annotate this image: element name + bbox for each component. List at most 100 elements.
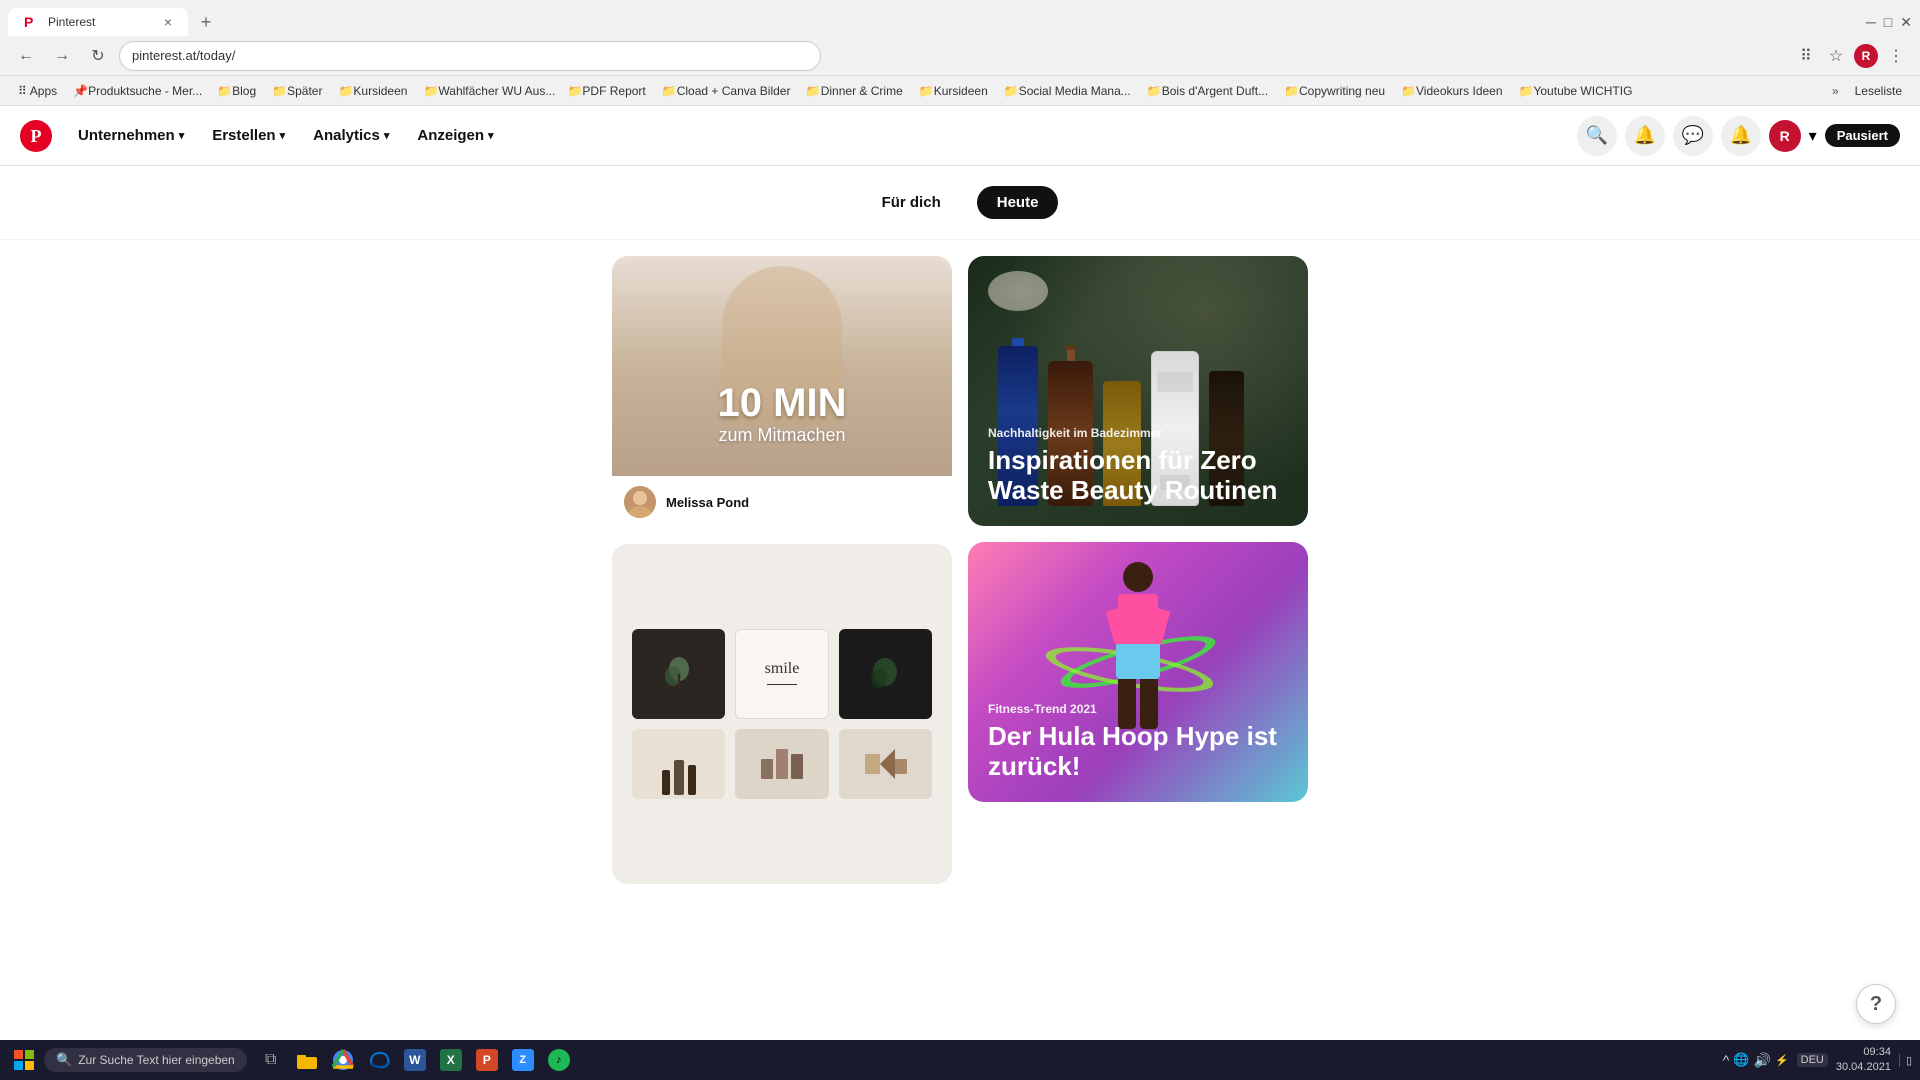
- bookmark-label: Leseliste: [1855, 84, 1902, 98]
- nav-erstellen[interactable]: Erstellen ▾: [198, 119, 299, 152]
- bookmark-dinner[interactable]: 📁 Dinner & Crime: [800, 82, 909, 100]
- folder-icon: 📁: [423, 84, 438, 98]
- active-tab[interactable]: P Pinterest ×: [8, 8, 188, 36]
- tab-title: Pinterest: [48, 15, 156, 29]
- start-button[interactable]: [8, 1044, 40, 1076]
- tab-bar: P Pinterest × + ─ □ ✕: [0, 0, 1920, 36]
- close-icon[interactable]: ✕: [1900, 14, 1912, 31]
- taskbar-search[interactable]: 🔍 Zur Suche Text hier eingeben: [44, 1048, 247, 1072]
- nav-anzeigen[interactable]: Anzeigen ▾: [403, 119, 507, 152]
- pause-badge[interactable]: Pausiert: [1825, 124, 1900, 147]
- folder-icon: 📁: [1004, 84, 1019, 98]
- tab-heute[interactable]: Heute: [977, 186, 1059, 219]
- volume-icon[interactable]: 🔊: [1754, 1052, 1771, 1069]
- pin-overlay-hula: Fitness-Trend 2021 Der Hula Hoop Hype is…: [988, 702, 1288, 782]
- pin-column-right: Nachhaltigkeit im Badezimmer Inspiration…: [968, 256, 1308, 884]
- user-menu-chevron[interactable]: ▾: [1809, 126, 1817, 146]
- tab-favicon: P: [24, 14, 40, 30]
- bookmark-blog[interactable]: 📁 Blog: [211, 82, 262, 100]
- powerpoint-icon[interactable]: P: [471, 1044, 503, 1076]
- bookmarks-more-button[interactable]: »: [1826, 82, 1845, 100]
- notifications-button[interactable]: 🔔: [1625, 116, 1665, 156]
- bookmark-label: PDF Report: [582, 84, 645, 98]
- spotify-icon[interactable]: ♪: [543, 1044, 575, 1076]
- pin-category-hula: Fitness-Trend 2021: [988, 702, 1288, 716]
- chrome-icon[interactable]: [327, 1044, 359, 1076]
- bookmark-youtube[interactable]: 📁 Youtube WICHTIG: [1513, 82, 1639, 100]
- task-view-icon[interactable]: ⧉: [255, 1044, 287, 1076]
- minimize-icon[interactable]: ─: [1866, 14, 1876, 30]
- chevron-down-icon: ▾: [280, 129, 286, 142]
- excel-icon[interactable]: X: [435, 1044, 467, 1076]
- bookmark-kursideen-2[interactable]: 📁 Kursideen: [913, 82, 994, 100]
- filter-tabs: Für dich Heute: [0, 166, 1920, 240]
- show-desktop-button[interactable]: ▯: [1899, 1054, 1912, 1067]
- new-tab-button[interactable]: +: [192, 8, 220, 36]
- bookmark-wahlfaecher[interactable]: 📁 Wahlfächer WU Aus...: [417, 82, 557, 100]
- back-button[interactable]: ←: [12, 42, 40, 70]
- bookmark-spaeter[interactable]: 📁 Später: [266, 82, 328, 100]
- bookmark-label: Produktsuche - Mer...: [88, 84, 202, 98]
- bookmark-apps[interactable]: ⠿ Apps: [12, 82, 63, 100]
- refresh-button[interactable]: ↻: [84, 42, 112, 70]
- pin-title-hula: Der Hula Hoop Hype ist zurück!: [988, 722, 1288, 782]
- pin-card-bathroom[interactable]: Nachhaltigkeit im Badezimmer Inspiration…: [968, 256, 1308, 526]
- pinterest-header: P Unternehmen ▾ Erstellen ▾ Analytics ▾ …: [0, 106, 1920, 166]
- help-button[interactable]: ?: [1856, 984, 1896, 1024]
- word-icon[interactable]: W: [399, 1044, 431, 1076]
- pin-image-workout: 10 MIN zum Mitmachen: [612, 256, 952, 476]
- pin-card-hula[interactable]: Fitness-Trend 2021 Der Hula Hoop Hype is…: [968, 542, 1308, 802]
- bookmark-star-icon[interactable]: ☆: [1824, 44, 1848, 68]
- language-indicator[interactable]: DEU: [1797, 1053, 1828, 1067]
- file-explorer-icon[interactable]: [291, 1044, 323, 1076]
- folder-icon: 📁: [217, 84, 232, 98]
- nav-analytics[interactable]: Analytics ▾: [299, 119, 403, 152]
- bookmark-social-media[interactable]: 📁 Social Media Mana...: [998, 82, 1137, 100]
- user-avatar[interactable]: R: [1769, 120, 1801, 152]
- bookmark-videokurs[interactable]: 📁 Videokurs Ideen: [1395, 82, 1508, 100]
- bookmark-canva[interactable]: 📁 Cload + Canva Bilder: [656, 82, 796, 100]
- messages-button[interactable]: 💬: [1673, 116, 1713, 156]
- pin-workout-sub-text: zum Mitmachen: [612, 425, 952, 446]
- apps-icon: ⠿: [18, 84, 27, 98]
- bookmark-label: Bois d'Argent Duft...: [1162, 84, 1268, 98]
- nav-erstellen-label: Erstellen: [212, 127, 275, 144]
- network-icon[interactable]: 🌐: [1733, 1052, 1749, 1068]
- updates-button[interactable]: 🔔: [1721, 116, 1761, 156]
- content-area[interactable]: Für dich Heute 10 MIN zum Mitmachen: [0, 166, 1920, 1080]
- pin-user-avatar-workout: [624, 486, 656, 518]
- forward-button[interactable]: →: [48, 42, 76, 70]
- bookmark-produktsuche[interactable]: 📌 Produktsuche - Mer...: [67, 82, 207, 100]
- tab-close-button[interactable]: ×: [164, 14, 172, 30]
- bookmark-label: Social Media Mana...: [1019, 84, 1131, 98]
- nav-analytics-label: Analytics: [313, 127, 380, 144]
- folder-icon: 📁: [919, 84, 934, 98]
- folder-icon: 📁: [1519, 84, 1534, 98]
- profile-icon[interactable]: R: [1854, 44, 1878, 68]
- extensions-icon[interactable]: ⠿: [1794, 44, 1818, 68]
- svg-text:P: P: [31, 126, 42, 146]
- bookmark-kursideen-1[interactable]: 📁 Kursideen: [332, 82, 413, 100]
- search-button[interactable]: 🔍: [1577, 116, 1617, 156]
- pin-user-name-workout: Melissa Pond: [666, 495, 749, 510]
- tray-expand-icon[interactable]: ^: [1723, 1052, 1730, 1068]
- maximize-icon[interactable]: □: [1884, 14, 1892, 30]
- bookmark-pdf[interactable]: 📁 PDF Report: [561, 82, 651, 100]
- bookmark-leseliste[interactable]: Leseliste: [1849, 82, 1908, 100]
- folder-icon: 📁: [338, 84, 353, 98]
- pin-card-workout[interactable]: 10 MIN zum Mitmachen: [612, 256, 952, 528]
- edge-icon[interactable]: [363, 1044, 395, 1076]
- bookmark-bois[interactable]: 📁 Bois d'Argent Duft...: [1141, 82, 1274, 100]
- nav-unternehmen[interactable]: Unternehmen ▾: [64, 119, 198, 152]
- pinterest-logo[interactable]: P: [20, 120, 52, 152]
- address-input[interactable]: [120, 42, 820, 70]
- bookmarks-bar: ⠿ Apps 📌 Produktsuche - Mer... 📁 Blog 📁 …: [0, 76, 1920, 106]
- battery-icon[interactable]: ⚡: [1775, 1054, 1789, 1067]
- tab-fuer-dich[interactable]: Für dich: [862, 186, 961, 219]
- zoom-icon[interactable]: Z: [507, 1044, 539, 1076]
- bookmark-copywriting[interactable]: 📁 Copywriting neu: [1278, 82, 1391, 100]
- pin-card-moodboard[interactable]: smile: [612, 544, 952, 884]
- browser-menu-icon[interactable]: ⋮: [1884, 44, 1908, 68]
- nav-unternehmen-label: Unternehmen: [78, 127, 175, 144]
- header-right: 🔍 🔔 💬 🔔 R ▾ Pausiert: [1577, 116, 1900, 156]
